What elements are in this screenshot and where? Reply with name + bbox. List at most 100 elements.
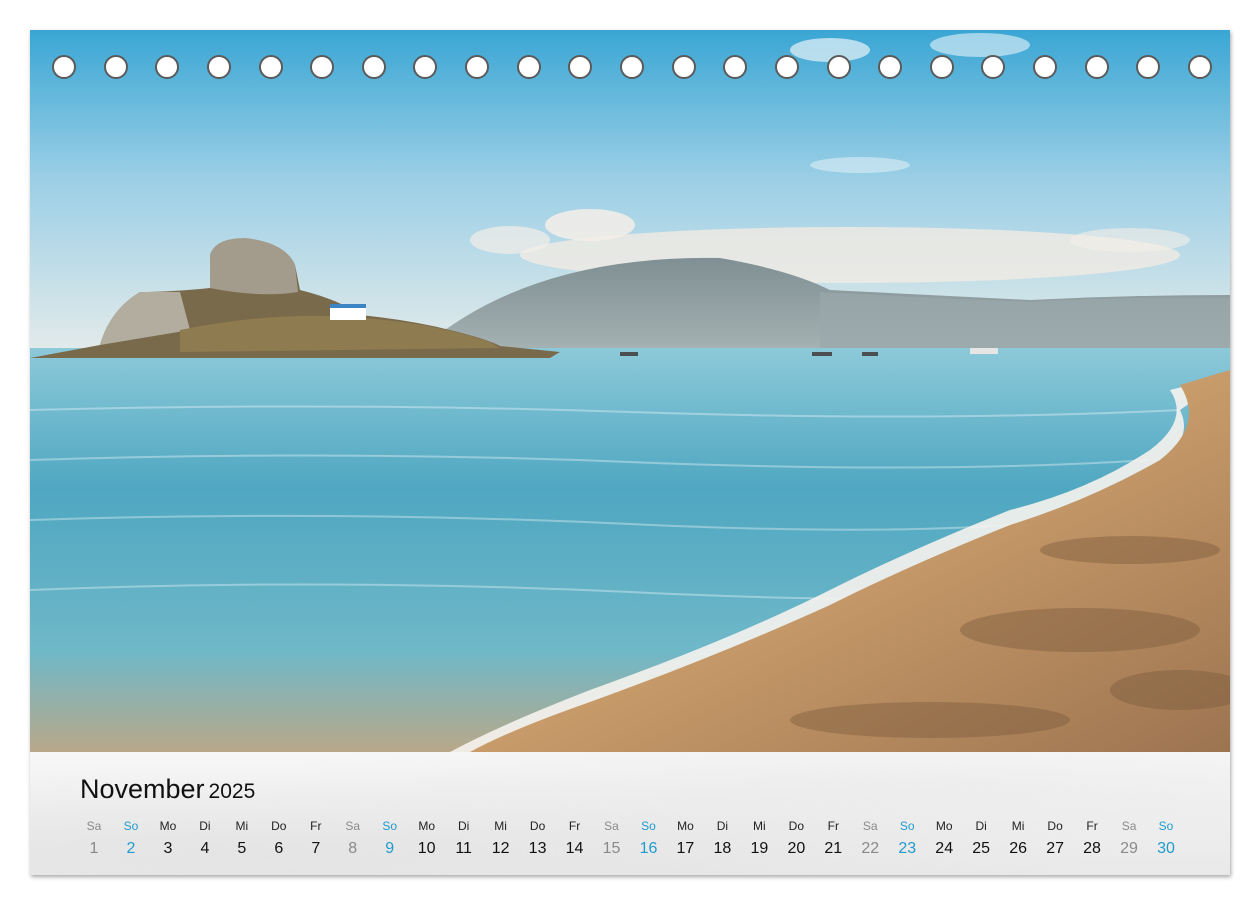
binding-rings <box>52 55 1212 79</box>
day-cell: Di 4 <box>187 818 223 858</box>
binding-ring <box>723 55 748 79</box>
weekday-label: Do <box>271 819 287 833</box>
day-number: 16 <box>639 840 658 857</box>
binding-ring <box>1188 55 1212 79</box>
weekday-label: Mo <box>159 819 177 833</box>
binding-ring <box>155 55 180 79</box>
day-number: 27 <box>1046 840 1064 857</box>
day-number: 13 <box>528 840 547 857</box>
weekday-label: Di <box>199 819 211 833</box>
weekday-label: Di <box>457 819 470 833</box>
day-number: 22 <box>861 840 880 857</box>
calendar-page: November 2025 Sa 1 So 2 Mo 3 Di 4 Mi 5 Do 6 Fr 7 Sa 8 So 9… <box>30 30 1230 875</box>
weekday-label: Fr <box>827 819 839 833</box>
binding-ring <box>413 55 438 79</box>
day-number: 15 <box>602 840 621 857</box>
weekday-label: So <box>899 819 915 833</box>
day-number: 2 <box>126 840 136 857</box>
weekday-label: Mo <box>677 819 694 833</box>
binding-ring <box>568 55 593 79</box>
weekday-label: Fr <box>310 819 322 833</box>
day-cell: Di 11 <box>446 818 482 858</box>
binding-ring <box>103 55 128 79</box>
day-number: 3 <box>163 840 173 857</box>
day-cell: Mi 19 <box>741 818 777 858</box>
day-cell: Do 13 <box>520 818 556 858</box>
binding-ring <box>1136 55 1161 79</box>
weekday-label: Mo <box>418 819 436 833</box>
weekday-label: Mi <box>1011 819 1025 833</box>
weekday-label: Fr <box>568 819 581 833</box>
day-number: 9 <box>385 840 395 857</box>
binding-ring <box>361 55 386 79</box>
day-cell: Sa 29 <box>1111 818 1147 858</box>
binding-ring <box>1033 55 1058 79</box>
day-number: 11 <box>455 840 472 857</box>
day-number: 28 <box>1083 840 1101 857</box>
day-cell: Mo 3 <box>150 818 186 858</box>
day-cell: So 2 <box>113 818 149 858</box>
binding-ring <box>620 55 644 79</box>
weekday-label: Do <box>788 819 805 833</box>
day-number: 25 <box>972 840 991 857</box>
weekday-label: Sa <box>86 819 102 833</box>
binding-ring <box>826 55 851 79</box>
binding-ring <box>774 55 799 79</box>
day-number: 18 <box>713 840 732 857</box>
day-number: 1 <box>89 840 99 857</box>
day-cell: So 23 <box>889 818 925 858</box>
day-cell: Fr 14 <box>557 818 593 858</box>
day-number: 6 <box>274 840 284 857</box>
weekday-label: So <box>382 819 398 833</box>
day-cell: Do 27 <box>1037 818 1073 858</box>
day-cell: Mo 24 <box>926 818 962 858</box>
day-cell: Fr 7 <box>298 818 334 858</box>
day-number: 4 <box>200 840 210 857</box>
day-cell: Sa 15 <box>594 818 630 858</box>
binding-ring <box>878 55 903 79</box>
binding-ring <box>1084 55 1109 79</box>
binding-ring <box>465 55 490 79</box>
weekday-label: Sa <box>1121 819 1137 833</box>
weekday-label: So <box>1158 819 1174 833</box>
year: 2025 <box>208 780 256 803</box>
day-number: 29 <box>1120 840 1138 857</box>
day-cell: Do 6 <box>261 818 297 858</box>
day-number: 26 <box>1009 840 1028 857</box>
weekday-label: So <box>123 819 139 833</box>
day-cell: Do 20 <box>778 818 814 858</box>
day-number: 8 <box>348 840 358 857</box>
day-cell: Fr 21 <box>815 818 851 858</box>
binding-ring <box>981 55 1006 79</box>
weekday-label: Do <box>529 819 546 833</box>
binding-ring <box>52 55 76 79</box>
binding-ring <box>671 55 696 79</box>
day-number: 14 <box>565 840 584 857</box>
day-cell: So 30 <box>1148 818 1184 858</box>
day-number: 30 <box>1157 840 1175 857</box>
day-number: 5 <box>237 840 247 857</box>
binding-ring <box>258 55 283 79</box>
day-number: 12 <box>491 840 510 857</box>
day-cell: Sa 8 <box>335 818 371 858</box>
weekday-label: Sa <box>862 819 878 833</box>
binding-ring <box>206 55 231 79</box>
day-number: 20 <box>787 840 806 857</box>
weekday-label: Fr <box>1086 819 1098 833</box>
day-row: Sa 1 So 2 Mo 3 Di 4 Mi 5 Do 6 Fr 7 Sa 8 So 9 Mo 10 Di 11 Mi 12 D… <box>30 818 1230 868</box>
weekday-label: Sa <box>604 819 619 833</box>
weekday-label: Mo <box>935 819 953 833</box>
month-title: November 2025 <box>80 774 255 805</box>
weekday-label: Di <box>975 819 987 833</box>
binding-ring <box>310 55 335 79</box>
day-cell: So 9 <box>372 818 408 858</box>
binding-ring <box>929 55 954 79</box>
day-number: 24 <box>935 840 954 857</box>
weekday-label: Mi <box>753 819 766 833</box>
day-number: 21 <box>824 840 843 857</box>
weekday-label: So <box>641 819 656 833</box>
day-cell: Di 25 <box>963 818 999 858</box>
day-cell: Di 18 <box>704 818 740 858</box>
weekday-label: Do <box>1047 819 1063 833</box>
day-cell: So 16 <box>630 818 666 858</box>
